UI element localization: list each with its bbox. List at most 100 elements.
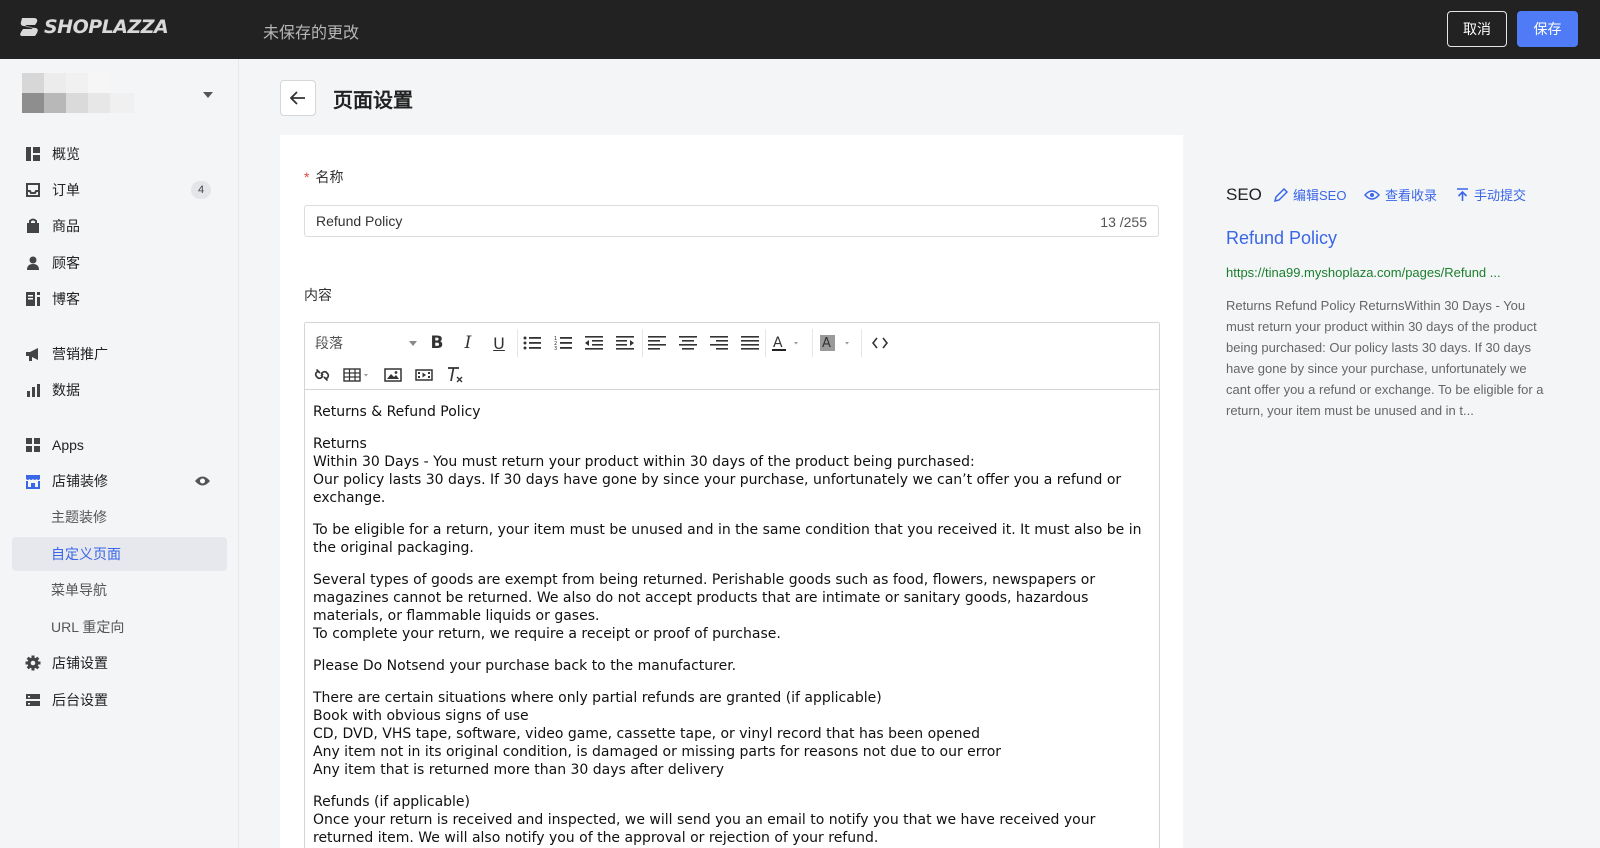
sidebar: 概览 订单 4 商品 顾客 博客 营销推广 数据 Apps 店铺装修 主题装修 …	[0, 59, 239, 848]
blog-icon	[25, 291, 41, 307]
cancel-button[interactable]: 取消	[1447, 11, 1507, 47]
content-paragraph: There are certain situations where only …	[313, 690, 1002, 778]
back-button[interactable]	[280, 80, 316, 116]
bag-icon	[25, 218, 41, 234]
sidebar-item-label: 商品	[52, 218, 80, 234]
sidebar-item-store-settings[interactable]: 店铺设置	[12, 646, 227, 680]
sidebar-item-label: 店铺设置	[52, 655, 108, 671]
seo-panel: SEO 编辑SEO 查看收录 手动提交 Refund Policy https:…	[1202, 135, 1562, 848]
sidebar-item-label: 菜单导航	[51, 582, 107, 598]
seo-preview-title: Refund Policy	[1226, 228, 1338, 248]
sidebar-item-label: 主题装修	[51, 509, 107, 525]
sidebar-item-label: 自定义页面	[51, 546, 121, 562]
megaphone-icon	[25, 346, 41, 362]
server-icon	[25, 692, 41, 708]
sidebar-item-customers[interactable]: 顾客	[12, 246, 227, 280]
align-left-icon[interactable]	[646, 331, 668, 355]
manual-submit-link[interactable]: 手动提交	[1456, 185, 1526, 204]
content-label: 内容	[304, 287, 332, 303]
indent-icon[interactable]	[614, 331, 636, 355]
content-paragraph: Several types of goods are exempt from b…	[313, 572, 1096, 642]
sidebar-item-navigation[interactable]: 菜单导航	[12, 573, 227, 607]
eye-icon	[1364, 189, 1380, 200]
content-paragraph: To be eligible for a return, your item m…	[313, 522, 1142, 556]
clear-format-icon[interactable]	[444, 363, 466, 387]
pencil-icon	[1274, 187, 1288, 202]
dashboard-icon	[25, 146, 41, 162]
sidebar-item-label: Apps	[52, 437, 84, 453]
bullet-list-icon[interactable]	[521, 331, 543, 355]
rich-text-editor: 段落 B I U 123 A A Returns & Refund Policy…	[304, 322, 1160, 848]
page-form-card: * 名称 Refund Policy 13 /255 内容 段落 B I U 12…	[280, 135, 1183, 848]
align-center-icon[interactable]	[677, 331, 699, 355]
code-view-icon[interactable]	[869, 331, 891, 355]
arrow-left-icon	[290, 91, 305, 105]
align-justify-icon[interactable]	[739, 331, 761, 355]
sidebar-item-label: 订单	[52, 182, 80, 198]
content-paragraph: Returns & Refund Policy	[313, 404, 481, 420]
text-color-icon[interactable]: A	[771, 331, 805, 355]
sidebar-item-marketing[interactable]: 营销推广	[12, 337, 227, 371]
bar-chart-icon	[25, 382, 41, 398]
paragraph-format-select[interactable]: 段落	[315, 331, 417, 355]
editor-content[interactable]: Returns & Refund Policy Returns Within 3…	[305, 391, 1159, 848]
shoplazza-logo: SHOPLAZZA	[18, 16, 169, 38]
content-paragraph: Returns Within 30 Days - You must return…	[313, 436, 1122, 506]
gear-icon	[25, 655, 41, 671]
sidebar-item-online-store[interactable]: 店铺装修	[12, 464, 227, 498]
svg-text:A: A	[822, 336, 831, 351]
upload-arrow-icon	[1457, 187, 1468, 201]
shoplazza-logo-icon	[20, 18, 38, 36]
sidebar-item-label: 店铺装修	[52, 473, 108, 489]
bold-icon[interactable]: B	[426, 331, 448, 355]
apps-icon	[25, 437, 41, 453]
table-icon[interactable]	[343, 363, 373, 387]
underline-icon[interactable]: U	[488, 331, 510, 355]
italic-icon[interactable]: I	[457, 331, 479, 355]
sidebar-item-apps[interactable]: Apps	[12, 428, 227, 462]
sidebar-item-url-redirect[interactable]: URL 重定向	[12, 610, 227, 644]
inbox-icon	[25, 182, 41, 198]
image-icon[interactable]	[382, 363, 404, 387]
sidebar-item-label: 顾客	[52, 255, 80, 271]
store-switcher-avatar[interactable]	[22, 73, 134, 113]
align-right-icon[interactable]	[708, 331, 730, 355]
view-indexing-link[interactable]: 查看收录	[1364, 185, 1437, 204]
sidebar-item-label: 博客	[52, 291, 80, 307]
person-icon	[25, 255, 41, 271]
sidebar-item-label: 营销推广	[52, 346, 108, 362]
link-icon[interactable]	[311, 363, 333, 387]
outdent-icon[interactable]	[583, 331, 605, 355]
seo-preview-description: Returns Refund Policy ReturnsWithin 30 D…	[1226, 298, 1544, 418]
sidebar-item-products[interactable]: 商品	[12, 209, 227, 243]
unsaved-changes-text: 未保存的更改	[263, 25, 360, 42]
required-asterisk: *	[304, 169, 310, 185]
content-paragraph: Please Do Notsend your purchase back to …	[313, 658, 737, 674]
name-char-count: 13 /255	[1100, 214, 1147, 230]
sidebar-item-overview[interactable]: 概览	[12, 137, 227, 171]
orders-count-badge: 4	[191, 181, 211, 199]
sidebar-item-admin-settings[interactable]: 后台设置	[12, 683, 227, 717]
top-bar: SHOPLAZZA 未保存的更改 取消 保存	[0, 0, 1600, 59]
sidebar-item-analytics[interactable]: 数据	[12, 373, 227, 407]
edit-seo-link[interactable]: 编辑SEO	[1274, 185, 1346, 204]
seo-label: SEO	[1226, 185, 1262, 204]
sidebar-item-orders[interactable]: 订单 4	[12, 173, 227, 207]
sidebar-item-themes[interactable]: 主题装修	[12, 500, 227, 534]
seo-preview-url: https://tina99.myshoplaza.com/pages/Refu…	[1226, 265, 1501, 280]
svg-text:A: A	[773, 335, 783, 351]
eye-icon[interactable]	[194, 474, 211, 490]
page-title: 页面设置	[333, 90, 413, 112]
video-icon[interactable]	[413, 363, 435, 387]
sidebar-item-label: 概览	[52, 146, 80, 162]
numbered-list-icon[interactable]: 123	[552, 331, 574, 355]
name-input[interactable]: Refund Policy	[304, 205, 1159, 237]
content-paragraph: Refunds (if applicable) Once your return…	[313, 794, 1096, 846]
sidebar-item-custom-pages[interactable]: 自定义页面	[12, 537, 227, 571]
store-dropdown-icon[interactable]	[203, 92, 213, 98]
save-button[interactable]: 保存	[1517, 11, 1578, 47]
logo-text: SHOPLAZZA	[44, 16, 169, 38]
sidebar-item-blog[interactable]: 博客	[12, 282, 227, 316]
name-label: * 名称	[304, 169, 344, 185]
highlight-color-icon[interactable]: A	[819, 331, 855, 355]
